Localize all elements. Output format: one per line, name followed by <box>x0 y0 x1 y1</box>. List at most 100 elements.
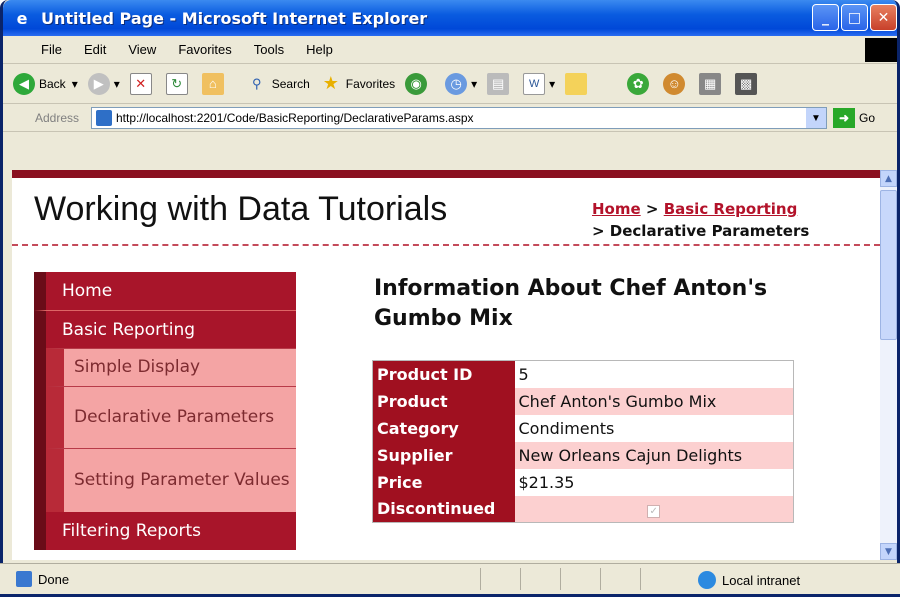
back-arrow-icon: ◀ <box>13 72 35 95</box>
field-value: 5 <box>514 360 794 388</box>
zone-label: Local intranet <box>722 572 801 588</box>
product-details-view: Product ID 5 Product Chef Anton's Gumbo … <box>372 360 794 523</box>
messenger-button[interactable]: ☺ <box>663 72 689 95</box>
status-panel <box>480 568 520 590</box>
close-button[interactable]: ✕ <box>870 4 897 31</box>
menu-favorites[interactable]: Favorites <box>178 42 231 57</box>
details-row: Supplier New Orleans Cajun Delights <box>372 441 794 469</box>
msn-button[interactable]: ✿ <box>627 72 653 95</box>
messenger-icon: ☺ <box>663 72 686 95</box>
minimize-button[interactable]: _ <box>812 4 839 31</box>
menu-item-filtering-reports[interactable]: Filtering Reports <box>34 512 296 550</box>
menu-help[interactable]: Help <box>306 42 333 57</box>
page-viewport: Working with Data Tutorials Home > Basic… <box>12 170 880 560</box>
favorites-star-icon: ★ <box>322 73 339 93</box>
submenu-item-simple-display[interactable]: Simple Display <box>46 348 296 386</box>
field-value: $21.35 <box>514 468 794 496</box>
go-label: Go <box>859 111 876 125</box>
details-row: Category Condiments <box>372 414 794 442</box>
back-label: Back <box>39 76 66 91</box>
edit-button[interactable]: W ▾ <box>523 72 555 95</box>
stop-button[interactable]: ✕ <box>129 72 156 95</box>
submenu-item-declarative-parameters[interactable]: Declarative Parameters <box>46 386 296 448</box>
forward-dropdown-icon[interactable]: ▾ <box>114 77 120 91</box>
submenu-item-setting-parameter-values[interactable]: Setting Parameter Values <box>46 448 296 512</box>
scroll-up-icon[interactable]: ▲ <box>880 170 897 187</box>
maximize-button[interactable]: □ <box>841 4 868 31</box>
details-row: Discontinued ✓ <box>372 495 794 523</box>
print-button[interactable]: ▤ <box>487 72 513 95</box>
favorites-button[interactable]: ★ Favorites <box>320 73 395 95</box>
standard-toolbar: ◀ Back ▾ ▶ ▾ ✕ ↻ ⌂ ⚲ Search ★ Favorites … <box>3 64 897 104</box>
stop-icon: ✕ <box>129 72 152 95</box>
menu-view[interactable]: View <box>128 42 156 57</box>
field-value: New Orleans Cajun Delights <box>514 441 794 469</box>
address-bar: Address http://localhost:2201/Code/Basic… <box>3 104 897 132</box>
site-menu: Home Basic Reporting Simple Display Decl… <box>34 272 296 550</box>
history-button[interactable]: ◷ ▾ <box>445 72 477 95</box>
details-row: Product Chef Anton's Gumbo Mix <box>372 387 794 415</box>
page-header-stripe <box>12 170 880 178</box>
status-bar: Done Local intranet <box>0 563 900 594</box>
breadcrumb-basic-reporting[interactable]: Basic Reporting <box>664 200 798 218</box>
research-button[interactable]: ▦ <box>699 72 725 95</box>
print-icon: ▤ <box>487 72 510 95</box>
status-panel <box>560 568 600 590</box>
menu-edit[interactable]: Edit <box>84 42 106 57</box>
field-value: Chef Anton's Gumbo Mix <box>514 387 794 415</box>
windows-flag-icon: ⚑ <box>865 38 897 62</box>
qr-button[interactable]: ▩ <box>735 72 761 95</box>
field-label: Price <box>372 468 515 496</box>
field-label: Product <box>372 387 515 415</box>
discontinued-checkbox: ✓ <box>647 505 661 519</box>
vertical-scrollbar[interactable]: ▲ ▼ <box>880 170 897 560</box>
menu-item-home[interactable]: Home <box>34 272 296 310</box>
details-row: Price $21.35 <box>372 468 794 496</box>
product-heading: Information About Chef Anton's Gumbo Mix <box>374 276 768 331</box>
grid-icon: ▩ <box>735 72 758 95</box>
menu-item-basic-reporting[interactable]: Basic Reporting <box>34 310 296 348</box>
address-dropdown-icon[interactable]: ▼ <box>806 108 826 128</box>
search-label: Search <box>271 76 310 91</box>
details-row: Product ID 5 <box>372 360 794 388</box>
breadcrumb: Home > Basic Reporting > Declarative Par… <box>592 198 809 242</box>
menu-file[interactable]: File <box>41 42 62 57</box>
breadcrumb-home[interactable]: Home <box>592 200 641 218</box>
go-button[interactable]: ➜ Go <box>833 108 875 128</box>
field-label: Supplier <box>372 441 515 469</box>
back-button[interactable]: ◀ Back ▾ <box>13 72 78 95</box>
forward-button[interactable]: ▶ ▾ <box>87 72 120 95</box>
address-input[interactable]: http://localhost:2201/Code/BasicReportin… <box>91 107 827 129</box>
history-icon: ◷ <box>445 72 468 95</box>
page-done-icon <box>16 571 32 587</box>
refresh-icon: ↻ <box>165 72 188 95</box>
page-title: Working with Data Tutorials <box>34 190 448 228</box>
folder-icon <box>565 72 588 95</box>
window-title: Untitled Page - Microsoft Internet Explo… <box>41 8 428 28</box>
edit-dropdown-icon[interactable]: ▾ <box>549 77 555 91</box>
history-dropdown-icon[interactable]: ▾ <box>471 77 477 91</box>
menu-bar: File Edit View Favorites Tools Help ⚑ <box>3 36 897 64</box>
back-dropdown-icon[interactable]: ▾ <box>72 77 78 91</box>
title-bar: e Untitled Page - Microsoft Internet Exp… <box>3 0 897 36</box>
search-icon: ⚲ <box>251 75 262 91</box>
field-label: Category <box>372 414 515 442</box>
menu-tools[interactable]: Tools <box>254 42 284 57</box>
ie-logo-icon: e <box>16 8 28 28</box>
refresh-button[interactable]: ↻ <box>165 72 192 95</box>
field-value: Condiments <box>514 414 794 442</box>
search-button[interactable]: ⚲ Search <box>246 73 310 95</box>
research-icon: ▦ <box>699 72 722 95</box>
scroll-thumb[interactable] <box>880 190 897 340</box>
folder-button[interactable] <box>565 72 591 95</box>
intranet-globe-icon <box>698 571 716 589</box>
home-button[interactable]: ⌂ <box>201 72 228 95</box>
breadcrumb-separator: > <box>640 200 664 218</box>
media-button[interactable]: ◉ <box>405 72 431 95</box>
header-divider <box>12 244 880 246</box>
scroll-down-icon[interactable]: ▼ <box>880 543 897 560</box>
status-panel <box>600 568 640 590</box>
address-label: Address <box>35 110 80 125</box>
window-controls: _ □ ✕ <box>812 4 897 31</box>
status-panels <box>480 568 680 590</box>
